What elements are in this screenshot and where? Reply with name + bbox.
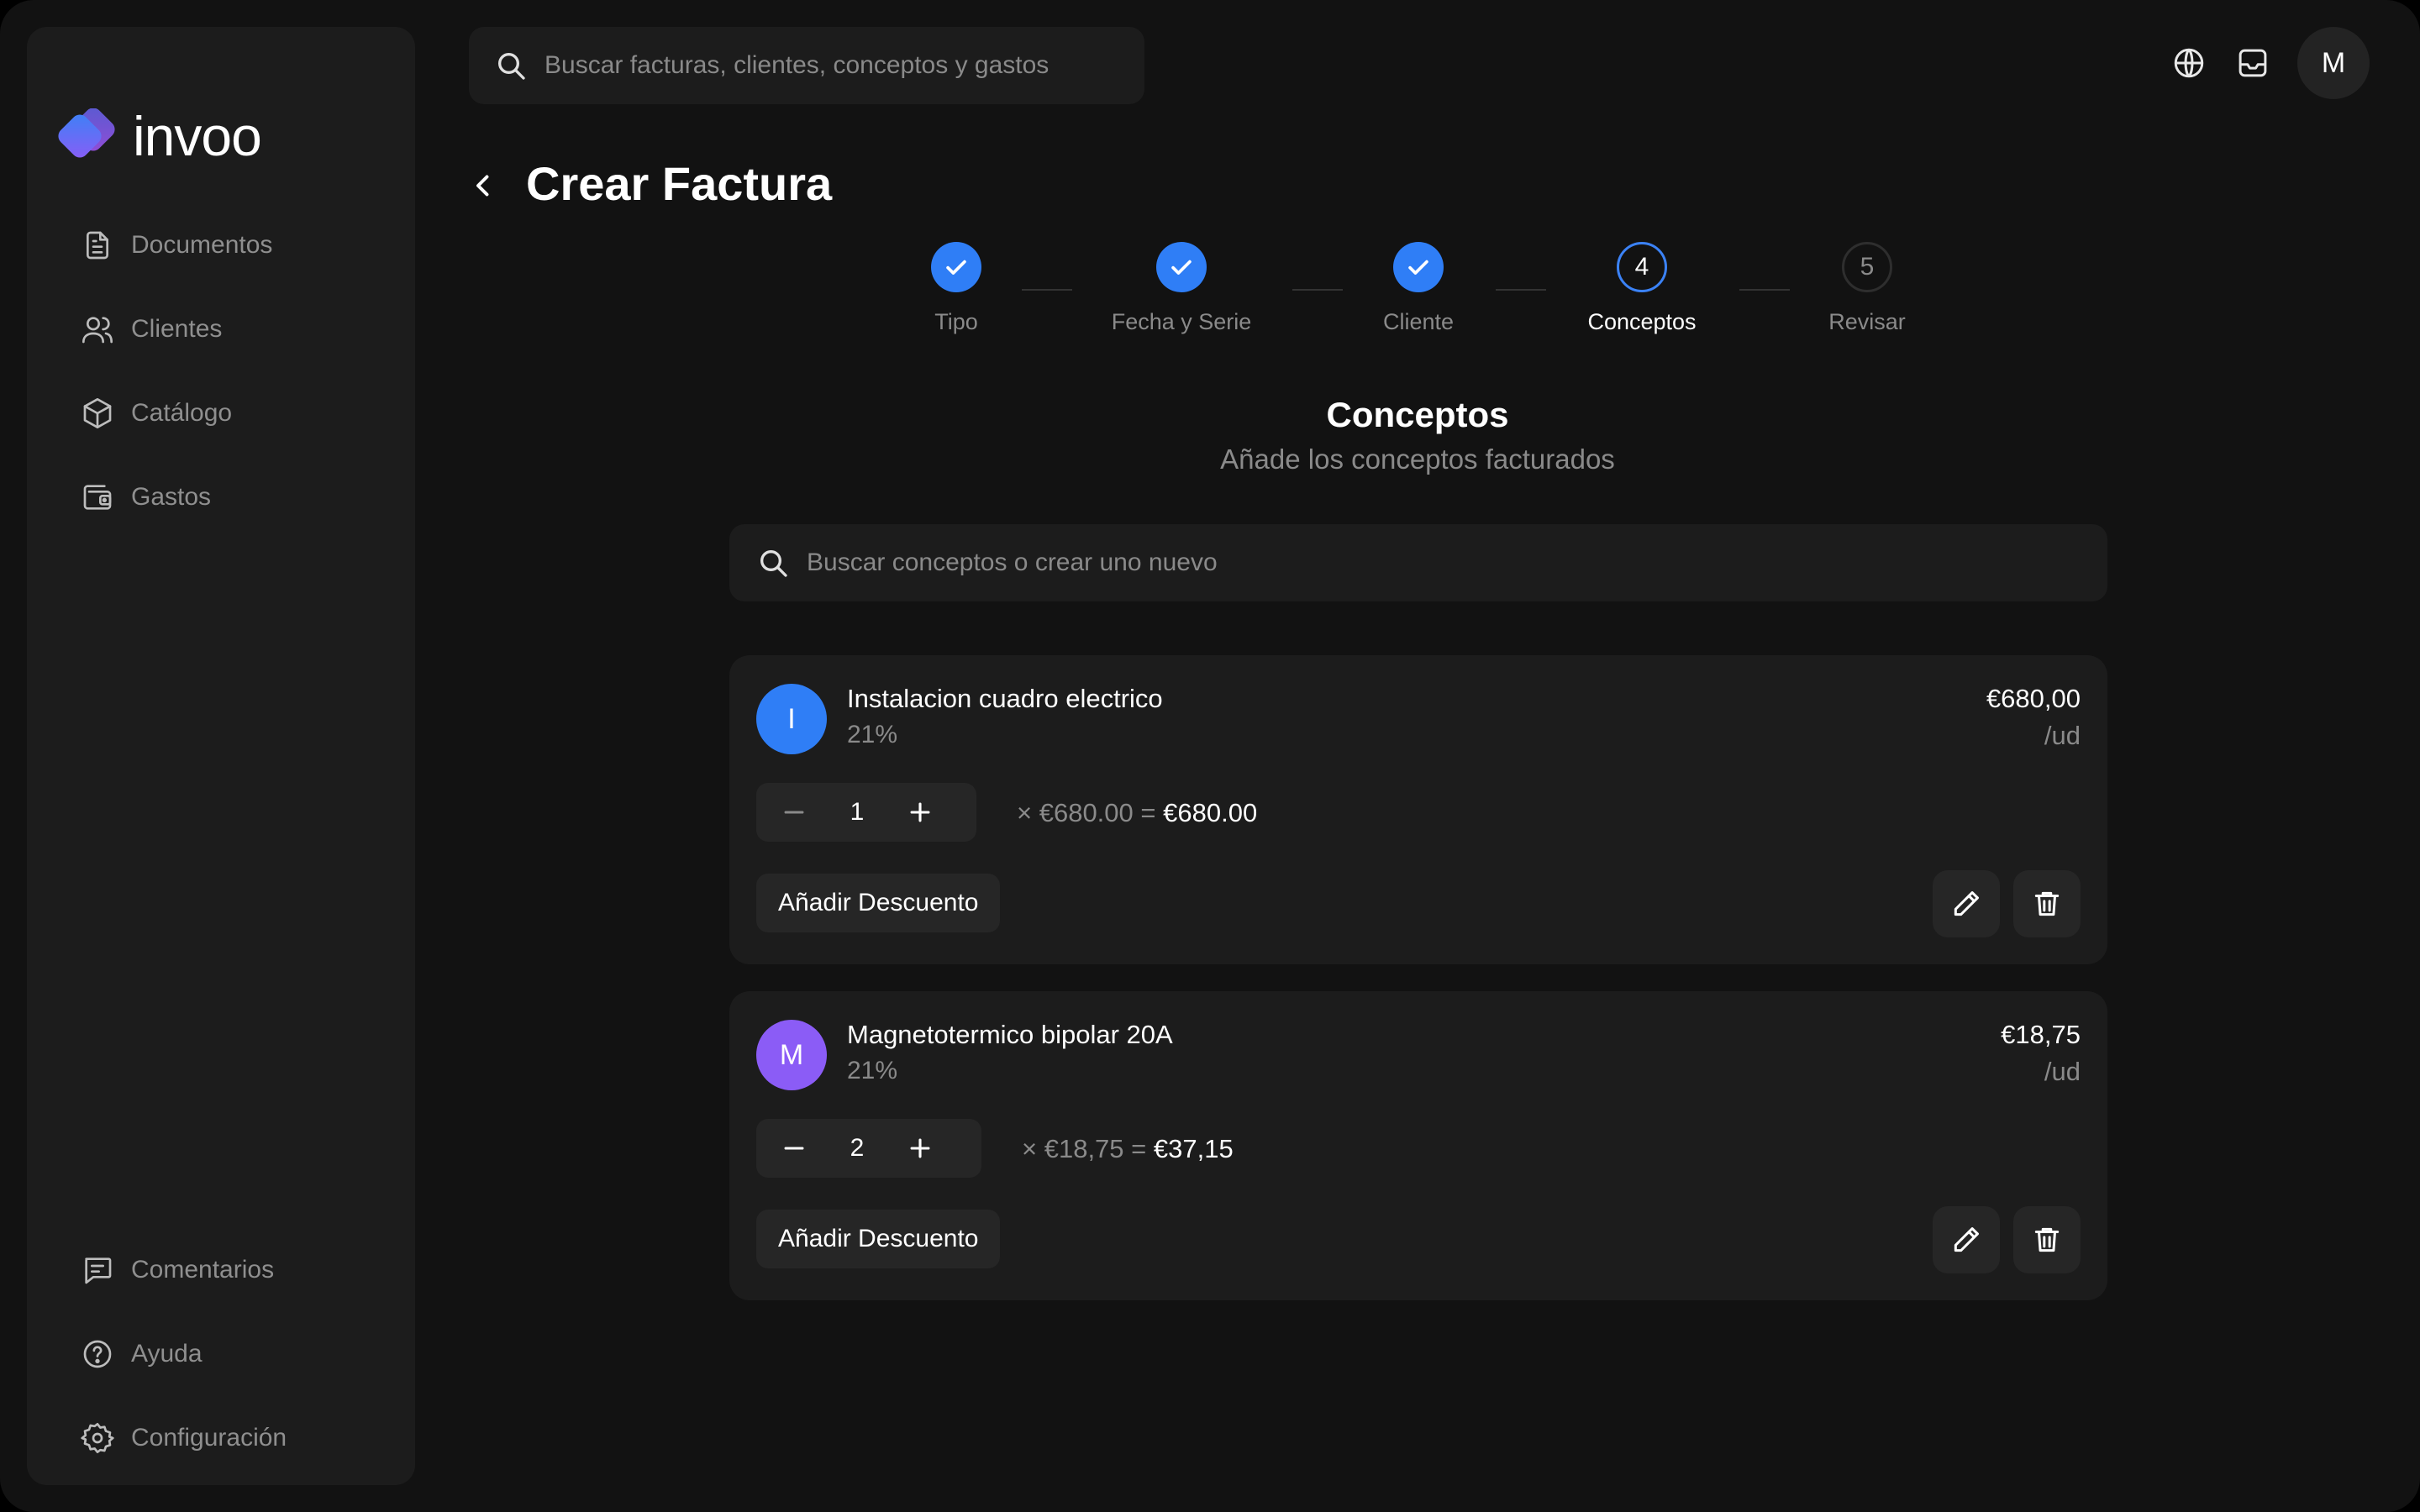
concept-avatar: I: [756, 684, 827, 754]
comment-icon: [81, 1253, 114, 1287]
quantity-value[interactable]: 1: [832, 798, 882, 827]
delete-button[interactable]: [2013, 1206, 2081, 1273]
search-icon: [760, 550, 787, 577]
step-circle: [931, 242, 981, 292]
add-discount-button[interactable]: Añadir Descuento: [756, 1210, 1001, 1268]
concept-price: €680,00: [1986, 684, 2081, 713]
quantity-value[interactable]: 2: [832, 1134, 882, 1163]
line-total-value: €37,15: [1153, 1134, 1234, 1163]
sidebar-item-label: Ayuda: [131, 1340, 203, 1368]
step-label: Conceptos: [1587, 309, 1697, 334]
concept-tax: 21%: [847, 1057, 898, 1084]
line-total: × €680.00 = €680.00: [1017, 798, 1257, 828]
brand-name: invoo: [133, 105, 262, 167]
concept-price: €18,75: [2001, 1020, 2081, 1049]
concept-avatar: M: [756, 1020, 827, 1090]
stepper: Tipo Fecha y Serie Cliente 4 Conceptos 5…: [0, 242, 2420, 343]
check-icon: [1171, 260, 1192, 275]
concept-card: M Magnetotermico bipolar 20A 21% €18,75 …: [729, 991, 2107, 1300]
step-label: Tipo: [934, 309, 978, 334]
global-search[interactable]: [469, 27, 1144, 104]
sidebar-item-configuracion[interactable]: Configuración: [27, 1396, 415, 1480]
logo[interactable]: invoo: [52, 102, 262, 170]
sidebar-item-comentarios[interactable]: Comentarios: [27, 1228, 415, 1312]
quantity-stepper: 1: [756, 783, 976, 842]
step-label: Revisar: [1828, 309, 1906, 334]
step-label: Fecha y Serie: [1111, 309, 1252, 334]
minus-icon: [784, 811, 804, 814]
concept-search-input[interactable]: [807, 549, 2067, 577]
topbar-actions: M: [2170, 27, 2370, 99]
section-subtitle: Añade los conceptos facturados: [1220, 444, 1615, 475]
globe-icon[interactable]: [2170, 44, 2208, 82]
edit-button[interactable]: [1933, 870, 2000, 937]
step-circle: 4: [1617, 242, 1667, 292]
decrement-button[interactable]: [756, 1119, 832, 1178]
concept-unit: /ud: [2044, 1057, 2081, 1086]
check-icon: [1408, 260, 1428, 275]
trash-icon: [2034, 891, 2060, 916]
check-icon: [946, 260, 966, 275]
page-title: Crear Factura: [526, 157, 833, 210]
sidebar-item-label: Gastos: [131, 483, 212, 511]
global-search-input[interactable]: [544, 51, 1133, 80]
step-circle: [1156, 242, 1207, 292]
add-discount-button[interactable]: Añadir Descuento: [756, 874, 1001, 932]
wallet-icon: [81, 480, 114, 514]
line-total: × €18,75 = €37,15: [1022, 1134, 1234, 1164]
step-revisar[interactable]: 5 Revisar: [1766, 242, 1968, 335]
plus-icon: [910, 1138, 930, 1158]
quantity-stepper: 2: [756, 1119, 981, 1178]
back-button[interactable]: [471, 165, 504, 207]
sidebar-item-label: Configuración: [131, 1424, 287, 1452]
line-total-value: €680.00: [1163, 798, 1258, 827]
step-cliente[interactable]: Cliente: [1318, 242, 1519, 335]
inbox-icon[interactable]: [2233, 44, 2272, 82]
concept-name: Magnetotermico bipolar 20A: [847, 1020, 1173, 1049]
sidebar-item-label: Comentarios: [131, 1256, 275, 1284]
increment-button[interactable]: [882, 1119, 958, 1178]
decrement-button[interactable]: [756, 783, 832, 842]
user-avatar[interactable]: M: [2297, 27, 2370, 99]
plus-icon: [910, 802, 930, 822]
sidebar-bottom-nav: Comentarios Ayuda Configuración: [27, 1228, 415, 1480]
concept-tax: 21%: [847, 721, 898, 748]
delete-button[interactable]: [2013, 870, 2081, 937]
step-conceptos[interactable]: 4 Conceptos: [1541, 242, 1743, 335]
gear-icon: [81, 1421, 114, 1455]
step-fecha-serie[interactable]: Fecha y Serie: [1081, 242, 1282, 335]
concept-search[interactable]: [729, 524, 2107, 601]
increment-button[interactable]: [882, 783, 958, 842]
section-title: Conceptos: [1326, 395, 1509, 434]
concept-name: Instalacion cuadro electrico: [847, 684, 1163, 713]
line-calc-prefix: × €680.00 =: [1017, 798, 1156, 827]
pencil-icon: [1954, 1227, 1979, 1252]
line-calc-prefix: × €18,75 =: [1022, 1134, 1147, 1163]
step-circle: 5: [1842, 242, 1892, 292]
edit-button[interactable]: [1933, 1206, 2000, 1273]
step-label: Cliente: [1382, 309, 1455, 334]
search-icon: [498, 53, 525, 80]
concept-card: I Instalacion cuadro electrico 21% €680,…: [729, 655, 2107, 964]
app-window: invoo Documentos Clientes Catálogo Gasto…: [0, 0, 2420, 1512]
chevron-left-icon: [476, 175, 489, 197]
pencil-icon: [1954, 891, 1979, 916]
step-tipo[interactable]: Tipo: [855, 242, 1057, 335]
invoo-logo-icon: [52, 108, 124, 164]
minus-icon: [784, 1147, 804, 1150]
step-circle: [1393, 242, 1444, 292]
help-icon: [81, 1337, 114, 1371]
concept-unit: /ud: [2044, 721, 2081, 750]
trash-icon: [2034, 1227, 2060, 1252]
sidebar-item-ayuda[interactable]: Ayuda: [27, 1312, 415, 1396]
